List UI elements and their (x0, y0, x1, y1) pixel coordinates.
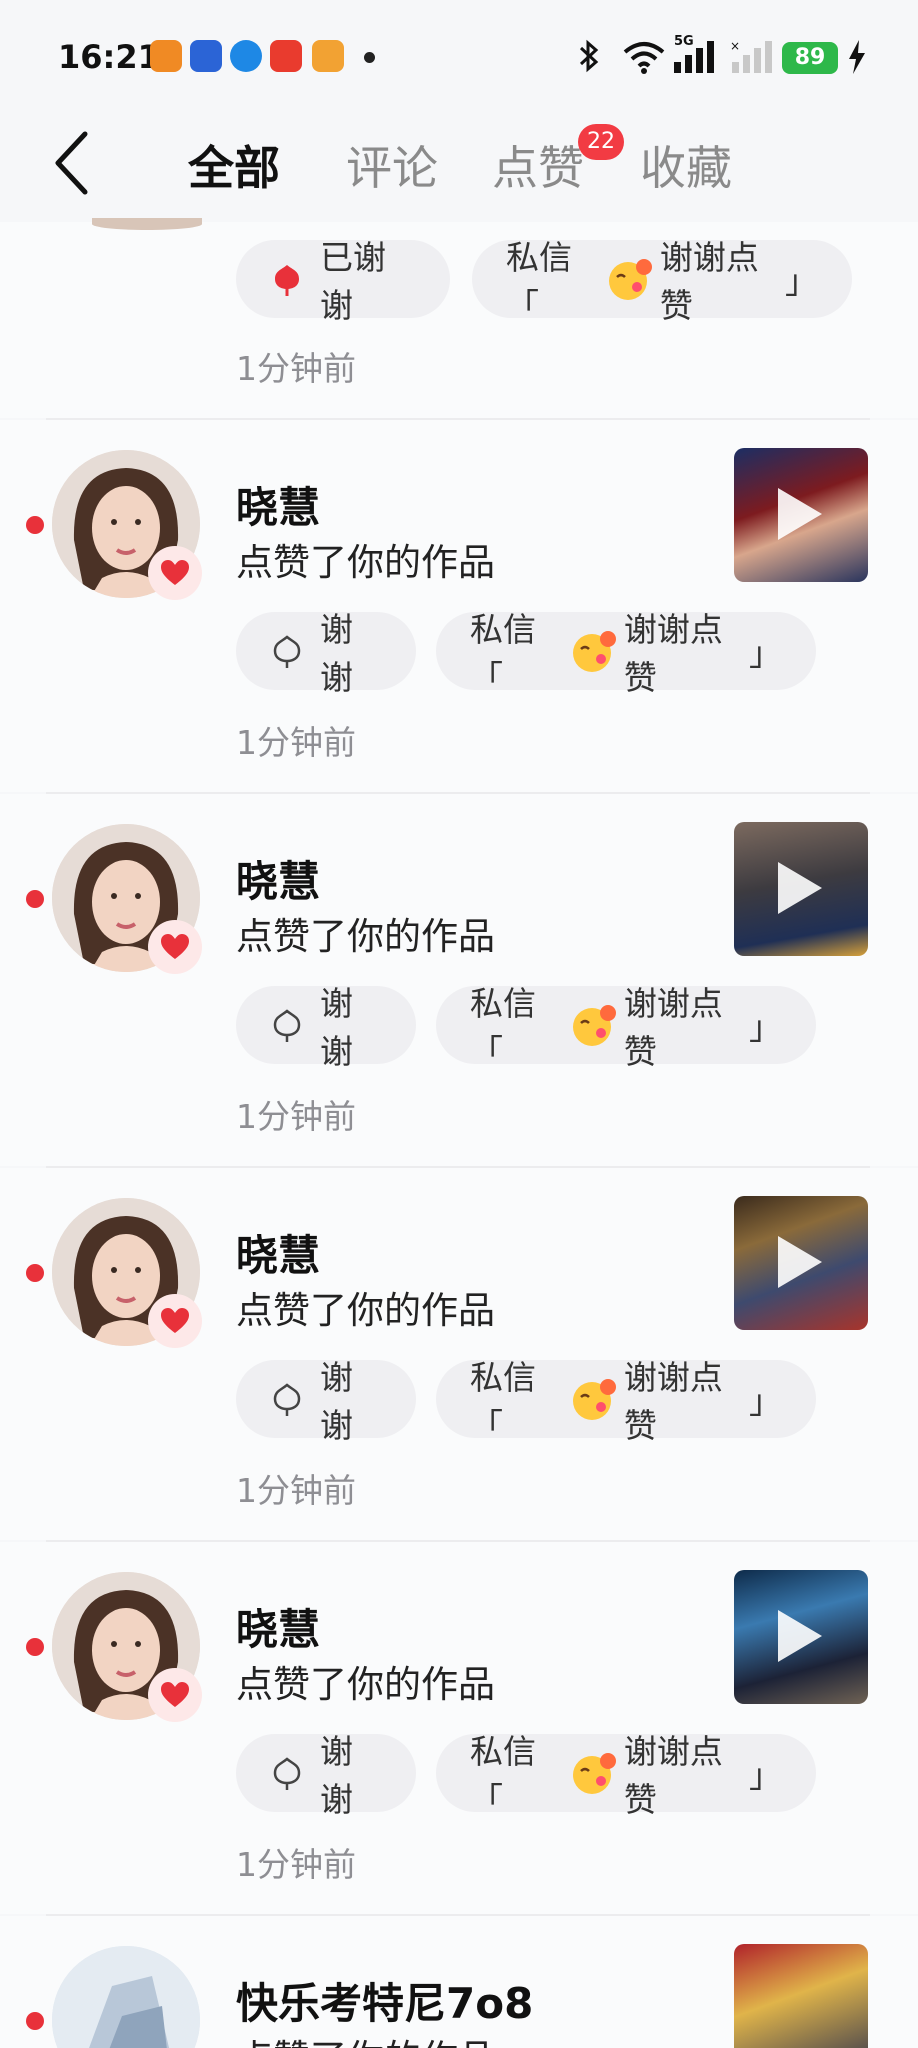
avatar[interactable] (52, 1946, 200, 2048)
video-thumbnail[interactable] (734, 822, 868, 956)
kiss-emoji-icon (568, 629, 620, 673)
tab-comments[interactable]: 评论 (346, 132, 438, 198)
activity-text: 点赞了你的作品 (236, 541, 495, 584)
list-item[interactable]: 晓慧 点赞了你的作品 谢谢 私信「 谢谢点赞 」 1分钟前 (0, 1168, 918, 1540)
play-icon (778, 862, 822, 914)
tab-favorites[interactable]: 收藏 (640, 132, 732, 198)
send-message-button[interactable]: 私信「 谢谢点赞 」 (436, 984, 816, 1071)
timestamp: 1分钟前 (236, 723, 356, 762)
timestamp: 1分钟前 (236, 1097, 356, 1136)
heart-badge-icon (148, 1668, 202, 1722)
activity-text: 点赞了你的作品 (236, 1663, 495, 1706)
thank-button[interactable]: 谢谢 (236, 610, 416, 697)
app-notification-icon (230, 40, 262, 72)
svg-text:×: × (730, 40, 740, 53)
flower-outline-icon (270, 1007, 304, 1043)
list-item[interactable]: 已谢谢 私信「 谢谢点赞 」 1分钟前 (0, 218, 918, 418)
signal-secondary-icon: × (730, 40, 772, 73)
likes-count-badge: 22 (578, 124, 624, 160)
kiss-emoji-icon (604, 257, 656, 301)
unread-dot (26, 516, 44, 534)
timestamp: 1分钟前 (236, 1845, 356, 1884)
unread-dot (26, 2012, 44, 2030)
chevron-left-icon[interactable] (52, 128, 92, 198)
flower-outline-icon (270, 633, 304, 669)
send-message-button[interactable]: 私信「 谢谢点赞 」 (472, 238, 852, 325)
thank-label: 谢谢 (320, 1358, 353, 1445)
activity-text: 点赞了你的作品 (236, 915, 495, 958)
app-notification-icon (190, 40, 222, 72)
video-thumbnail[interactable] (734, 1196, 868, 1330)
status-bar: 16:21 5G × 89 (0, 0, 918, 110)
more-notifications-dot (364, 52, 375, 63)
flower-outline-icon (270, 1381, 304, 1417)
heart-badge-icon (148, 1294, 202, 1348)
user-name[interactable]: 快乐考特尼7o8 (236, 1970, 533, 2031)
send-message-button[interactable]: 私信「 谢谢点赞 」 (436, 610, 816, 697)
send-message-button[interactable]: 私信「 谢谢点赞 」 (436, 1732, 816, 1819)
message-text: 谢谢点赞 (623, 984, 723, 1071)
activity-text: 点赞了你的作品 (236, 1289, 495, 1332)
user-name[interactable]: 晓慧 (236, 474, 320, 535)
thank-button[interactable]: 谢谢 (236, 1732, 416, 1819)
app-notification-icon (312, 40, 344, 72)
unread-dot (26, 1264, 44, 1282)
thank-button[interactable]: 谢谢 (236, 1358, 416, 1445)
battery-indicator: 89 (782, 42, 838, 74)
timestamp: 1分钟前 (236, 1471, 356, 1510)
message-text: 谢谢点赞 (623, 1732, 723, 1819)
charging-icon (849, 40, 865, 74)
timestamp: 1分钟前 (236, 349, 356, 388)
message-text: 谢谢点赞 (659, 238, 759, 325)
thank-label: 谢谢 (320, 1732, 353, 1819)
video-thumbnail[interactable] (734, 448, 868, 582)
activity-text: 点赞了你的作品 (236, 2028, 495, 2048)
play-icon (778, 1610, 822, 1662)
kiss-emoji-icon (568, 1751, 620, 1795)
thanked-flower-icon (270, 261, 304, 297)
message-text: 谢谢点赞 (623, 1358, 723, 1445)
app-notification-icon (270, 40, 302, 72)
avatar (92, 218, 202, 230)
tab-likes[interactable]: 点赞 (492, 132, 584, 198)
kiss-emoji-icon (568, 1377, 620, 1421)
user-name[interactable]: 晓慧 (236, 1596, 320, 1657)
unread-dot (26, 1638, 44, 1656)
list-item[interactable]: 晓慧 点赞了你的作品 谢谢 私信「 谢谢点赞 」 1分钟前 (0, 794, 918, 1166)
status-time: 16:21 (58, 38, 160, 76)
notification-header: 全部 评论 点赞 22 收藏 (0, 110, 918, 222)
list-item[interactable]: 快乐考特尼7o8 点赞了你的作品 (0, 1916, 918, 2048)
flower-outline-icon (270, 1755, 304, 1791)
unread-dot (26, 890, 44, 908)
signal-icon (674, 41, 714, 73)
video-thumbnail[interactable] (734, 1570, 868, 1704)
play-icon (778, 488, 822, 540)
thanked-label: 已谢谢 (320, 238, 386, 325)
bluetooth-icon (579, 39, 599, 73)
thank-label: 谢谢 (320, 610, 353, 697)
user-name[interactable]: 晓慧 (236, 1222, 320, 1283)
thank-label: 谢谢 (320, 984, 353, 1071)
tab-all[interactable]: 全部 (188, 132, 280, 198)
app-notification-icon (150, 40, 182, 72)
thanked-button[interactable]: 已谢谢 (236, 238, 450, 325)
play-icon (778, 1236, 822, 1288)
heart-badge-icon (148, 920, 202, 974)
wifi-icon (623, 42, 665, 74)
user-name[interactable]: 晓慧 (236, 848, 320, 909)
video-thumbnail[interactable] (734, 1944, 868, 2048)
send-message-button[interactable]: 私信「 谢谢点赞 」 (436, 1358, 816, 1445)
message-text: 谢谢点赞 (623, 610, 723, 697)
list-item[interactable]: 晓慧 点赞了你的作品 谢谢 私信「 谢谢点赞 」 1分钟前 (0, 1542, 918, 1914)
list-item[interactable]: 晓慧 点赞了你的作品 谢谢 私信「 谢谢点赞 」 1分钟前 (0, 420, 918, 792)
thank-button[interactable]: 谢谢 (236, 984, 416, 1071)
kiss-emoji-icon (568, 1003, 620, 1047)
heart-badge-icon (148, 546, 202, 600)
